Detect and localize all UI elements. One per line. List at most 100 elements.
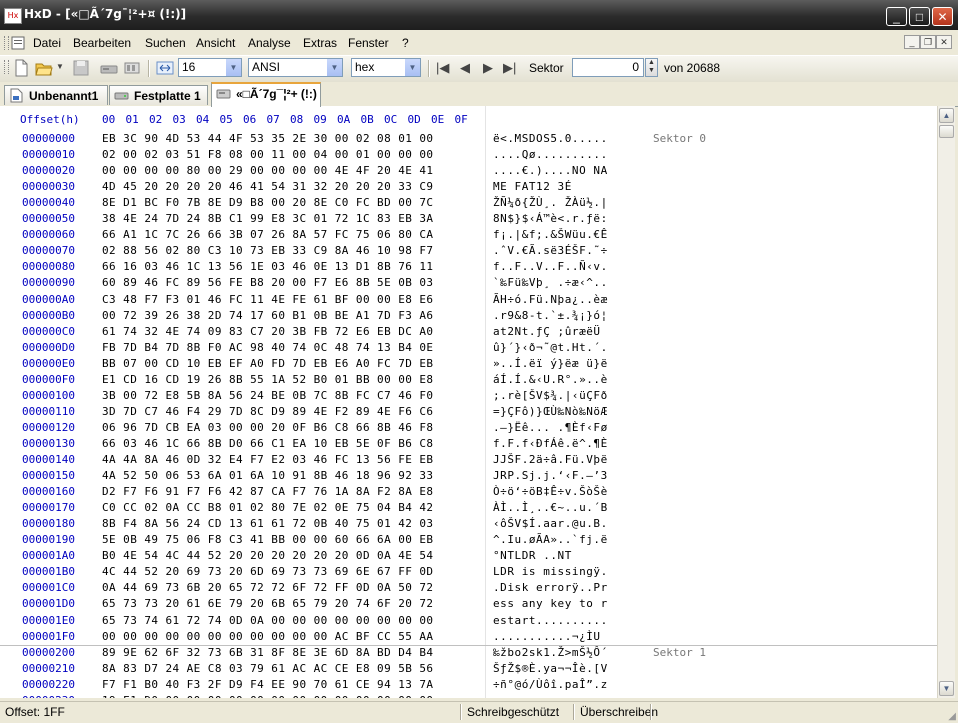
row-hex-bytes[interactable]: 65 73 74 61 72 74 0D 0A 00 00 00 00 00 0… — [102, 614, 433, 627]
hex-row[interactable]: 000001B0 4C 44 52 20 69 73 20 6D 69 73 73… — [0, 565, 937, 581]
hex-row[interactable]: 00000150 4A 52 50 06 53 6A 01 6A 10 91 8B… — [0, 469, 937, 485]
status-readonly[interactable]: Schreibgeschützt — [467, 705, 559, 719]
row-text[interactable]: estart.......... — [493, 614, 608, 627]
menu-ansicht[interactable]: Ansicht — [196, 36, 235, 50]
row-hex-bytes[interactable]: 4C 44 52 20 69 73 20 6D 69 73 73 69 6E 6… — [102, 565, 433, 578]
row-text[interactable]: `‰Fü‰Vþ¸ .÷æ‹^.. — [493, 276, 608, 289]
row-hex-bytes[interactable]: 02 00 02 03 51 F8 08 00 11 00 04 00 01 0… — [102, 148, 433, 161]
open-disk-icon[interactable] — [100, 59, 118, 77]
hex-row[interactable]: 00000120 06 96 7D CB EA 03 00 00 20 0F B6… — [0, 421, 937, 437]
row-text[interactable]: áÍ.Í.&‹U.R°.»..è — [493, 373, 608, 386]
hex-row[interactable]: 000000E0 BB 07 00 CD 10 EB EF A0 FD 7D EB… — [0, 357, 937, 373]
hex-row[interactable]: 00000050 38 4E 24 7D 24 8B C1 99 E8 3C 01… — [0, 212, 937, 228]
row-offset[interactable]: 00000190 — [22, 533, 75, 546]
hex-row[interactable]: 00000020 00 00 00 00 80 00 29 00 00 00 00… — [0, 164, 937, 180]
menu-analyse[interactable]: Analyse — [248, 36, 291, 50]
row-hex-bytes[interactable]: 89 9E 62 6F 32 73 6B 31 8F 8E 3E 6D 8A B… — [102, 646, 433, 659]
row-text[interactable]: f..F..V..F..Ñ‹v. — [493, 260, 608, 273]
hex-row[interactable]: 000000D0 FB 7D B4 7D 8B F0 AC 98 40 74 0C… — [0, 341, 937, 357]
row-text[interactable]: û}´}‹ð¬˜@t.Ht.´. — [493, 341, 608, 354]
row-text[interactable]: JJŠF.2ä÷â.Fü.Vþë — [493, 453, 608, 466]
row-hex-bytes[interactable]: 66 16 03 46 1C 13 56 1E 03 46 0E 13 D1 8… — [102, 260, 433, 273]
row-offset[interactable]: 00000120 — [22, 421, 75, 434]
row-text[interactable]: 8N$}$‹Á™è<.r.ƒë: — [493, 212, 608, 225]
hex-row[interactable]: 00000160 D2 F7 F6 91 F7 F6 42 87 CA F7 76… — [0, 485, 937, 501]
menu-fenster[interactable]: Fenster — [348, 36, 389, 50]
tab-drive[interactable]: «□Ã´7g¯¦²+ (!:) — [211, 82, 321, 107]
row-text[interactable]: ‰žbo2sk1.Ž>mŠ½Ô´ — [493, 646, 608, 659]
row-text[interactable]: ‹ôŠV$Í.aar.@u.B. — [493, 517, 608, 530]
row-hex-bytes[interactable]: 38 4E 24 7D 24 8B C1 99 E8 3C 01 72 1C 8… — [102, 212, 433, 225]
first-sector-icon[interactable]: |◀ — [436, 60, 449, 76]
row-offset[interactable]: 00000110 — [22, 405, 75, 418]
row-text[interactable]: ŠƒŽ$®È.ya¬¬Îè.[V — [493, 662, 608, 675]
hex-row[interactable]: 00000210 8A 83 D7 24 AE C8 03 79 61 AC AC… — [0, 662, 937, 678]
maximize-button[interactable]: □ — [909, 7, 930, 26]
row-offset[interactable]: 00000140 — [22, 453, 75, 466]
row-hex-bytes[interactable]: F7 F1 B0 40 F3 2F D9 F4 EE 90 70 61 CE 9… — [102, 678, 433, 691]
row-text[interactable]: ;.rè[ŠV$¾.|‹üÇFð — [493, 389, 608, 402]
hex-row[interactable]: 00000230 19 E1 D0 00 00 00 00 00 00 00 00… — [0, 694, 937, 698]
row-hex-bytes[interactable]: 3D 7D C7 46 F4 29 7D 8C D9 89 4E F2 89 4… — [102, 405, 433, 418]
row-offset[interactable]: 000001B0 — [22, 565, 75, 578]
row-text[interactable]: ÀÌ..Ì¸..€~..u.´B — [493, 501, 608, 514]
row-offset[interactable]: 00000000 — [22, 132, 75, 145]
resize-grip-icon[interactable]: ◢ — [948, 711, 956, 722]
row-hex-bytes[interactable]: 65 73 73 20 61 6E 79 20 6B 65 79 20 74 6… — [102, 597, 433, 610]
row-hex-bytes[interactable]: 00 00 00 00 00 00 00 00 00 00 00 AC BF C… — [102, 630, 433, 643]
row-hex-bytes[interactable]: 4A 4A 8A 46 0D 32 E4 F7 E2 03 46 FC 13 5… — [102, 453, 433, 466]
row-offset[interactable]: 00000220 — [22, 678, 75, 691]
mdi-close-button[interactable]: ✕ — [936, 35, 952, 49]
doc-system-icon[interactable] — [11, 36, 27, 53]
row-hex-bytes[interactable]: BB 07 00 CD 10 EB EF A0 FD 7D EB E6 A0 F… — [102, 357, 433, 370]
row-offset[interactable]: 00000080 — [22, 260, 75, 273]
open-folder-icon[interactable] — [35, 59, 53, 77]
row-offset[interactable]: 00000100 — [22, 389, 75, 402]
row-offset[interactable]: 00000090 — [22, 276, 75, 289]
row-offset[interactable]: 00000010 — [22, 148, 75, 161]
hex-row[interactable]: 000000A0 C3 48 F7 F3 01 46 FC 11 4E FE 61… — [0, 293, 937, 309]
row-offset[interactable]: 000000A0 — [22, 293, 75, 306]
hex-row[interactable]: 00000130 66 03 46 1C 66 8B D0 66 C1 EA 10… — [0, 437, 937, 453]
next-sector-icon[interactable]: ▶ — [483, 60, 493, 76]
vertical-scrollbar[interactable]: ▲ ▼ — [937, 106, 955, 698]
row-text[interactable]: f.F.f‹ÐfÁê.ë^.¶È — [493, 437, 608, 450]
row-hex-bytes[interactable]: E1 CD 16 CD 19 26 8B 55 1A 52 B0 01 BB 0… — [102, 373, 433, 386]
row-hex-bytes[interactable]: 8B F4 8A 56 24 CD 13 61 61 72 0B 40 75 0… — [102, 517, 433, 530]
hex-row[interactable]: 00000090 60 89 46 FC 89 56 FE B8 20 00 F7… — [0, 276, 937, 292]
row-offset[interactable]: 00000020 — [22, 164, 75, 177]
row-offset[interactable]: 000000D0 — [22, 341, 75, 354]
hex-row[interactable]: 000000C0 61 74 32 4E 74 09 83 C7 20 3B FB… — [0, 325, 937, 341]
last-sector-icon[interactable]: ▶| — [503, 60, 516, 76]
row-text[interactable]: ...........¬¿ÌU — [493, 630, 601, 643]
row-offset[interactable]: 000000B0 — [22, 309, 75, 322]
hex-row[interactable]: 00000030 4D 45 20 20 20 20 46 41 54 31 32… — [0, 180, 937, 196]
menu-bearbeiten[interactable]: Bearbeiten — [73, 36, 131, 50]
row-text[interactable]: .ˆV.€Ã.së3ÉŠF.˜÷ — [493, 244, 608, 257]
row-text[interactable]: ^.Iu.øÃA»..`fj.ë — [493, 533, 608, 546]
row-text[interactable]: ME FAT12 3É — [493, 180, 572, 193]
display-mode-select[interactable]: hex ▼ — [351, 58, 421, 77]
charset-select[interactable]: ANSI ▼ — [248, 58, 343, 77]
row-hex-bytes[interactable]: C3 48 F7 F3 01 46 FC 11 4E FE 61 BF 00 0… — [102, 293, 433, 306]
row-hex-bytes[interactable]: 4A 52 50 06 53 6A 01 6A 10 91 8B 46 18 9… — [102, 469, 433, 482]
chevron-down-icon[interactable]: ▼ — [225, 59, 241, 76]
row-offset[interactable]: 000001A0 — [22, 549, 75, 562]
row-offset[interactable]: 000001E0 — [22, 614, 75, 627]
sector-spinner[interactable]: ▲ ▼ — [645, 58, 658, 77]
row-text[interactable]: ess any key to r — [493, 597, 608, 610]
row-hex-bytes[interactable]: C0 CC 02 0A CC B8 01 02 80 7E 02 0E 75 0… — [102, 501, 433, 514]
new-file-icon[interactable] — [12, 59, 30, 77]
mdi-minimize-button[interactable]: _ — [904, 35, 920, 49]
hex-row[interactable]: 000001A0 B0 4E 54 4C 44 52 20 20 20 20 20… — [0, 549, 937, 565]
hex-row[interactable]: 000001C0 0A 44 69 73 6B 20 65 72 72 6F 72… — [0, 581, 937, 597]
mdi-restore-button[interactable]: ❐ — [920, 35, 936, 49]
hex-row[interactable]: 00000140 4A 4A 8A 46 0D 32 E4 F7 E2 03 46… — [0, 453, 937, 469]
scroll-down-icon[interactable]: ▼ — [939, 681, 954, 696]
hex-row[interactable]: 00000010 02 00 02 03 51 F8 08 00 11 00 04… — [0, 148, 937, 164]
menu-help[interactable]: ? — [402, 36, 409, 50]
menu-datei[interactable]: Datei — [33, 36, 61, 50]
hex-row[interactable]: 00000190 5E 0B 49 75 06 F8 C3 41 BB 00 00… — [0, 533, 937, 549]
menu-grip[interactable] — [4, 36, 9, 50]
hex-row[interactable]: 00000110 3D 7D C7 46 F4 29 7D 8C D9 89 4E… — [0, 405, 937, 421]
